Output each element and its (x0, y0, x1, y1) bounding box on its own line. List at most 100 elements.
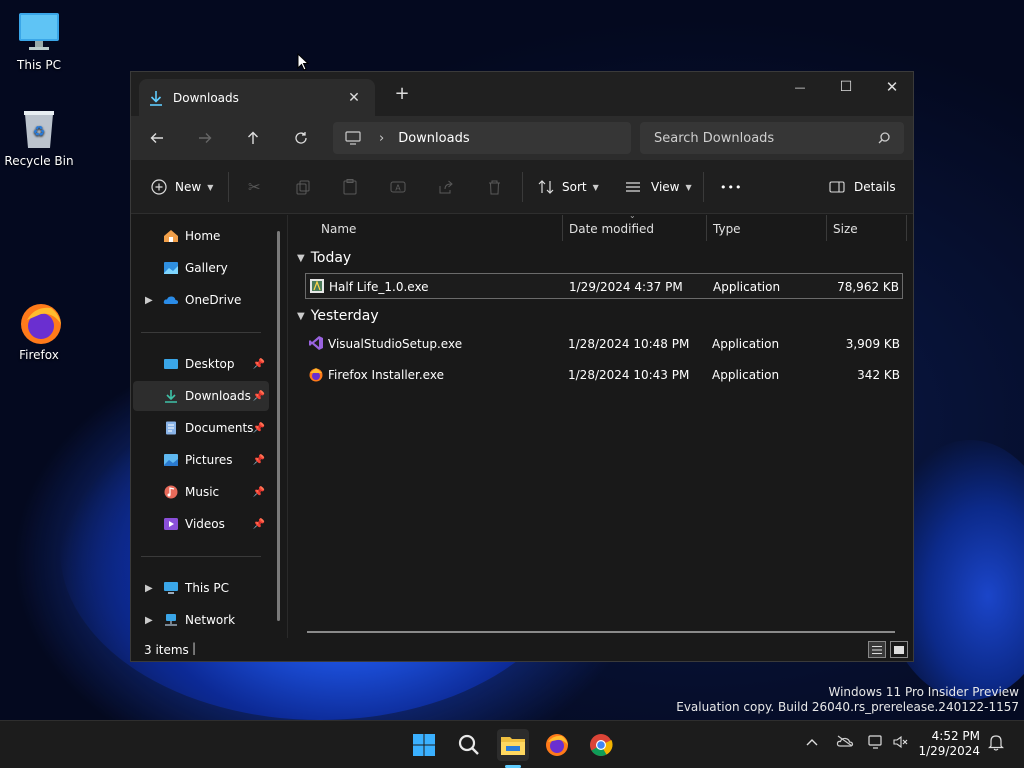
sidebar-item-downloads[interactable]: Downloads 📌 (133, 381, 269, 411)
rename-button[interactable]: A (390, 175, 406, 199)
sidebar-item-pictures[interactable]: Pictures 📌 (133, 445, 269, 475)
watermark-line-2: Evaluation copy. Build 26040.rs_prerelea… (676, 700, 1019, 714)
file-row[interactable]: Half Life_1.0.exe 1/29/2024 4:37 PM Appl… (305, 273, 903, 299)
column-header-type[interactable]: Type (713, 222, 741, 236)
details-pane-button[interactable]: Details (829, 175, 896, 199)
item-count: 3 items (144, 643, 189, 657)
sidebar-item-music[interactable]: Music 📌 (133, 477, 269, 507)
share-button[interactable] (439, 175, 454, 199)
paste-button[interactable] (343, 175, 357, 199)
desktop-icon-this-pc[interactable]: This PC (4, 10, 74, 72)
maximize-icon: ☐ (839, 79, 853, 95)
sort-button[interactable]: Sort ▼ (538, 175, 599, 199)
maximize-button[interactable]: ☐ (823, 72, 869, 102)
cut-button[interactable]: ✂ (248, 175, 261, 199)
sidebar-item-documents[interactable]: Documents 📌 (133, 413, 269, 443)
explorer-body: Home Gallery ▶ OneDrive Desktop 📌 Downlo… (131, 211, 913, 638)
file-row[interactable]: Firefox Installer.exe 1/28/2024 10:43 PM… (305, 362, 903, 388)
sort-icon (538, 180, 554, 194)
column-header-size[interactable]: Size (833, 222, 858, 236)
pin-icon: 📌 (252, 358, 265, 370)
view-button[interactable]: View ▼ (625, 175, 692, 199)
tab-close-icon[interactable]: ✕ (343, 87, 365, 109)
clock-date: 1/29/2024 (918, 744, 980, 758)
clock-time: 4:52 PM (931, 729, 980, 743)
start-button[interactable] (408, 729, 440, 761)
sidebar-scrollbar[interactable] (277, 231, 280, 621)
column-divider[interactable] (826, 215, 827, 241)
search-placeholder: Search Downloads (654, 130, 775, 146)
file-row[interactable]: VisualStudioSetup.exe 1/28/2024 10:48 PM… (305, 331, 903, 357)
group-header-today[interactable]: ▼ Today (297, 250, 351, 266)
up-button[interactable] (240, 126, 266, 150)
sidebar-item-videos[interactable]: Videos 📌 (133, 509, 269, 539)
sidebar-item-label: Desktop (185, 357, 235, 371)
tab-downloads[interactable]: Downloads ✕ (139, 79, 375, 116)
column-divider[interactable] (906, 215, 907, 241)
rename-icon: A (390, 181, 406, 193)
search-box[interactable]: Search Downloads (640, 122, 904, 154)
volume-tray-icon[interactable] (893, 735, 909, 752)
windows-watermark: Windows 11 Pro Insider Preview Evaluatio… (676, 685, 1019, 715)
back-button[interactable] (144, 126, 170, 150)
desktop-icon-recycle-bin[interactable]: ♻ Recycle Bin (4, 106, 74, 168)
chevron-right-icon: ▶ (145, 582, 153, 594)
sidebar-divider (141, 556, 261, 557)
column-header-name[interactable]: Name (321, 222, 356, 236)
file-type: Application (712, 337, 780, 351)
sidebar-item-home[interactable]: Home (133, 221, 269, 251)
file-size: 342 KB (857, 368, 900, 382)
column-divider[interactable] (706, 215, 707, 241)
notifications-button[interactable] (988, 734, 1004, 754)
chevron-down-icon: ▼ (207, 182, 214, 192)
taskbar-chrome[interactable] (585, 729, 617, 761)
details-view-button[interactable] (868, 641, 886, 658)
sidebar-item-label: Network (185, 613, 236, 627)
sidebar-item-gallery[interactable]: Gallery (133, 253, 269, 283)
status-bar: 3 items | (131, 638, 913, 661)
copy-button[interactable] (296, 175, 311, 199)
new-button[interactable]: New ▼ (151, 175, 213, 199)
group-header-yesterday[interactable]: ▼ Yesterday (297, 308, 379, 324)
sidebar-item-onedrive[interactable]: ▶ OneDrive (133, 285, 269, 315)
breadcrumb-downloads[interactable]: Downloads (398, 131, 469, 146)
onedrive-icon (163, 296, 179, 304)
desktop-icon-firefox[interactable]: Firefox (4, 300, 74, 362)
address-bar[interactable]: › Downloads (333, 122, 631, 154)
refresh-button[interactable] (288, 126, 314, 150)
sidebar-item-label: Home (185, 229, 221, 243)
tiles-view-button[interactable] (890, 641, 908, 658)
sidebar-item-this-pc[interactable]: ▶ This PC (133, 573, 269, 603)
close-window-button[interactable]: ✕ (869, 72, 913, 102)
horizontal-scrollbar[interactable] (307, 631, 895, 633)
onedrive-tray-icon[interactable] (836, 735, 854, 750)
see-more-button[interactable]: ••• (720, 175, 742, 199)
clock[interactable]: 4:52 PM 1/29/2024 (918, 729, 980, 759)
forward-button[interactable] (192, 126, 218, 150)
watermark-line-1: Windows 11 Pro Insider Preview (828, 685, 1019, 699)
sidebar-item-network[interactable]: ▶ Network (133, 605, 269, 635)
details-label: Details (854, 180, 896, 194)
view-label: View (651, 180, 680, 194)
column-header-date[interactable]: Date modified (569, 222, 654, 236)
sidebar-item-label: This PC (185, 581, 229, 595)
sidebar-item-label: Pictures (185, 453, 233, 467)
delete-button[interactable] (488, 175, 501, 199)
plus-circle-icon (151, 179, 167, 195)
mouse-cursor-icon (297, 53, 309, 71)
taskbar-file-explorer[interactable] (497, 729, 529, 761)
show-hidden-icons-button[interactable] (806, 735, 818, 749)
sidebar-item-desktop[interactable]: Desktop 📌 (133, 349, 269, 379)
details-view-icon (872, 645, 882, 654)
column-divider[interactable] (562, 215, 563, 241)
network-tray-icon[interactable] (868, 735, 884, 752)
group-label: Today (310, 250, 352, 266)
clipboard-icon (343, 179, 357, 195)
download-arrow-icon (150, 90, 162, 106)
minimize-button[interactable]: — (777, 72, 823, 102)
taskbar-firefox[interactable] (541, 729, 573, 761)
taskbar-search-button[interactable] (453, 729, 485, 761)
sidebar-item-label: Gallery (185, 261, 228, 275)
new-tab-button[interactable]: + (391, 84, 413, 106)
search-icon (458, 734, 479, 755)
